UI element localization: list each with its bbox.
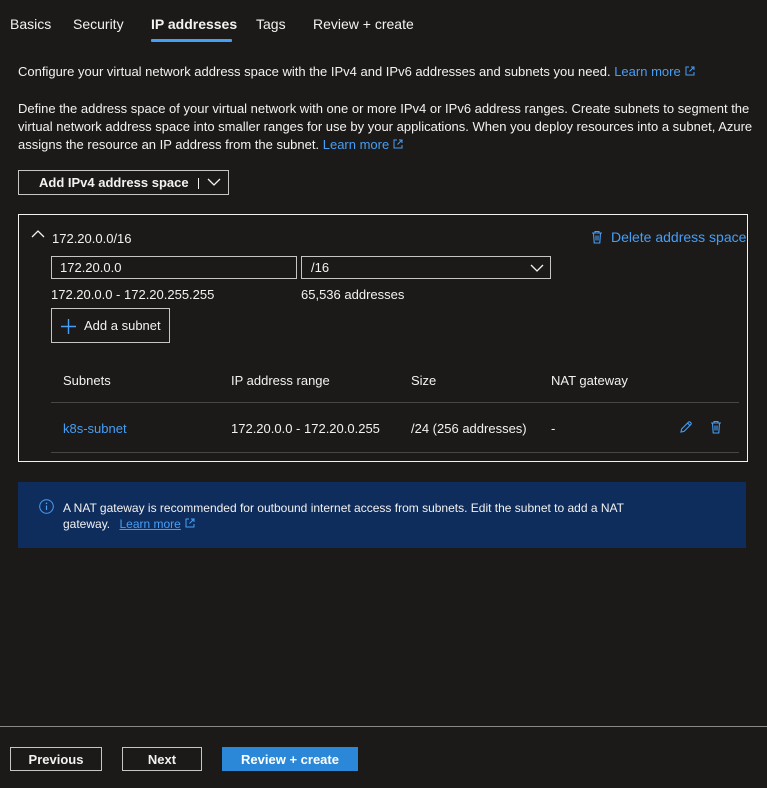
trash-icon[interactable] <box>710 420 722 434</box>
prefix-select-value: /16 <box>311 260 330 275</box>
prefix-select[interactable]: /16 <box>301 256 551 279</box>
intro-learn-more-link[interactable]: Learn more <box>614 64 695 79</box>
info-learn-more-label: Learn more <box>119 517 181 531</box>
footer-divider <box>0 726 767 727</box>
subnet-nat-gateway: - <box>551 421 556 436</box>
description-learn-more-link[interactable]: Learn more <box>323 137 403 152</box>
tab-review-create[interactable]: Review + create <box>313 16 414 32</box>
address-space-panel: 172.20.0.0/16 Delete address space /16 1… <box>18 214 748 462</box>
tab-ip-addresses[interactable]: IP addresses <box>151 16 237 32</box>
description-learn-more-label: Learn more <box>322 137 390 152</box>
info-learn-more-link[interactable]: Learn more <box>119 517 195 531</box>
info-icon <box>39 499 54 514</box>
subnet-size: /24 (256 addresses) <box>411 421 527 436</box>
add-subnet-label: Add a subnet <box>84 318 161 333</box>
split-separator <box>198 178 199 189</box>
intro-text: Configure your virtual network address s… <box>18 64 611 79</box>
nat-gateway-info-bar: A NAT gateway is recommended for outboun… <box>18 482 746 548</box>
address-range-text: 172.20.0.0 - 172.20.255.255 <box>51 287 215 302</box>
add-subnet-button[interactable]: Add a subnet <box>51 308 170 343</box>
description-paragraph: Define the address space of your virtual… <box>18 100 758 154</box>
address-space-title: 172.20.0.0/16 <box>52 231 132 246</box>
column-header-size: Size <box>411 373 437 388</box>
trash-icon <box>592 230 602 244</box>
review-create-button[interactable]: Review + create <box>222 747 358 771</box>
add-address-space-label: Add IPv4 address space <box>39 175 189 190</box>
column-header-ip-range: IP address range <box>231 373 330 388</box>
external-link-icon <box>185 518 195 528</box>
tab-basics[interactable]: Basics <box>10 16 51 32</box>
subnet-name-link[interactable]: k8s-subnet <box>63 421 127 436</box>
delete-address-space-label: Delete address space <box>611 229 747 245</box>
chevron-down-icon[interactable] <box>207 177 221 187</box>
intro-learn-more-label: Learn more <box>614 64 681 79</box>
chevron-up-icon[interactable] <box>31 229 45 239</box>
tab-security[interactable]: Security <box>73 16 124 32</box>
table-divider <box>51 452 739 453</box>
next-button[interactable]: Next <box>122 747 202 771</box>
column-header-subnets: Subnets <box>63 373 111 388</box>
plus-icon <box>61 319 76 334</box>
tab-tags[interactable]: Tags <box>256 16 286 32</box>
address-count-text: 65,536 addresses <box>301 287 405 302</box>
active-tab-indicator <box>151 39 232 42</box>
intro-paragraph: Configure your virtual network address s… <box>18 64 758 80</box>
chevron-down-icon <box>530 264 544 272</box>
external-link-icon <box>393 139 403 149</box>
subnet-ip-range: 172.20.0.0 - 172.20.0.255 <box>231 421 380 436</box>
edit-icon[interactable] <box>679 420 693 434</box>
add-address-space-button[interactable]: Add IPv4 address space <box>18 170 229 195</box>
info-message: A NAT gateway is recommended for outboun… <box>63 500 663 532</box>
table-divider <box>51 402 739 403</box>
column-header-nat-gateway: NAT gateway <box>551 373 628 388</box>
delete-address-space-button[interactable]: Delete address space <box>591 229 746 245</box>
tab-bar: Basics Security IP addresses Tags Review… <box>0 0 767 44</box>
external-link-icon <box>685 66 695 76</box>
previous-button[interactable]: Previous <box>10 747 102 771</box>
address-space-ip-input[interactable] <box>51 256 297 279</box>
